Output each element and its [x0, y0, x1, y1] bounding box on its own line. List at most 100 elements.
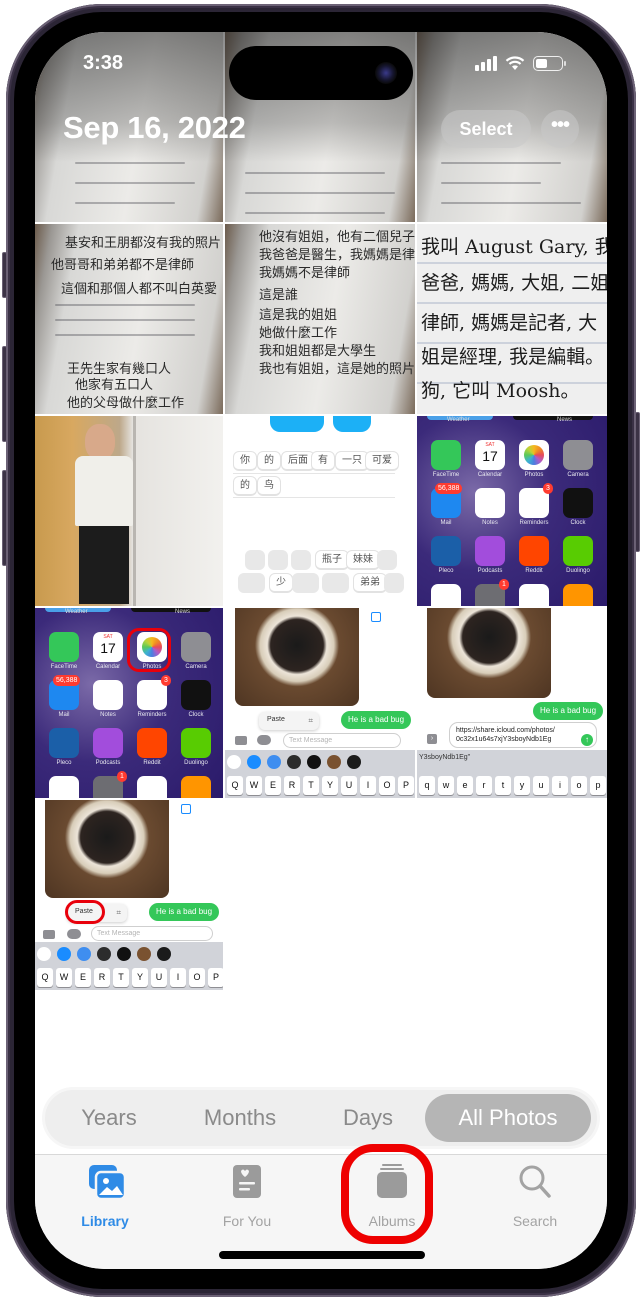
- word-chip: 弟弟: [353, 573, 387, 593]
- cat-photo: [235, 608, 359, 706]
- app-label: Mail: [58, 712, 70, 718]
- app-icon-podcasts: [475, 536, 505, 566]
- screen: 基安和王朋都沒有我的照片 他哥哥和弟弟都不是律師 這個和那個人都不叫白英愛 王先…: [35, 32, 607, 1269]
- status-time: 3:38: [83, 52, 124, 74]
- photo-library-icon: [89, 1165, 127, 1201]
- app-label: Calendar: [95, 664, 121, 670]
- app-icon-reddit: [519, 536, 549, 566]
- keyboard-key: W: [246, 776, 262, 795]
- app-label: Pleco: [438, 568, 454, 574]
- segment-months[interactable]: Months: [181, 1094, 299, 1142]
- keyboard: QWERTYUIOP: [225, 750, 415, 798]
- app-label: Duolingo: [184, 760, 208, 766]
- photo-thumbnail[interactable]: Paste ⌗ He is a bad bug Text Message QWE…: [225, 608, 415, 798]
- share-icon: [371, 612, 381, 622]
- photo-thumbnail[interactable]: 他沒有姐姐，他有二個兒子 我爸爸是醫生，我媽媽是律師 我媽媽不是律師 這是誰 這…: [225, 224, 415, 414]
- send-icon: ↑: [581, 734, 593, 746]
- widget-label: Weather: [65, 609, 88, 615]
- app-label: Camera: [185, 664, 207, 670]
- keyboard-key: O: [189, 968, 205, 987]
- text-message-field: Text Message: [283, 733, 401, 748]
- app-label: Reminders: [519, 520, 549, 526]
- word-chip: 瓶子: [315, 550, 349, 570]
- dynamic-island: [229, 46, 413, 100]
- status-icons: [475, 56, 566, 71]
- imessage-app-icon: [157, 947, 171, 961]
- key-row: QWERTYUIOP: [227, 776, 414, 795]
- word-chip: 可爱: [365, 451, 399, 471]
- notification-badge: 56,388: [53, 675, 81, 686]
- widget-label: News: [557, 417, 573, 423]
- imessage-app-icon: [327, 755, 341, 769]
- keyboard-key: Q: [227, 776, 243, 795]
- app-icon-clock: [563, 488, 593, 518]
- tab-library[interactable]: Library: [55, 1163, 155, 1233]
- widget: [131, 608, 211, 612]
- notification-badge: 1: [117, 771, 127, 782]
- app-label: Podcasts: [95, 760, 121, 766]
- app-icon-gmail: [49, 776, 79, 798]
- photo-thumbnail[interactable]: 我叫 August Gary, 我是美国 爸爸, 媽媽, 大姐, 二姐, 律師,…: [417, 224, 607, 414]
- key-row: QWERTYUIOP: [37, 968, 223, 987]
- photo-thumbnail[interactable]: He is a bad bug › https://share.icloud.c…: [417, 608, 607, 798]
- app-icon-calendar: SAT 17: [93, 632, 123, 662]
- keyboard-key: I: [170, 968, 186, 987]
- app-label: Reddit: [525, 568, 543, 574]
- more-options-button[interactable]: •••: [541, 110, 579, 148]
- keyboard-key: U: [151, 968, 167, 987]
- app-store-icon: [257, 735, 271, 745]
- photo-thumbnail[interactable]: Weather News FaceTime SAT 17 Calendar Photos Ca…: [35, 608, 223, 798]
- keyboard-key: R: [284, 776, 300, 795]
- app-label: Reddit: [143, 760, 161, 766]
- notebook-line: 狗, 它叫 Moosh。: [421, 380, 580, 402]
- share-icon: [181, 804, 191, 814]
- photo-thumbnail[interactable]: Paste ⌗ He is a bad bug Text Message QWE…: [35, 800, 223, 990]
- word-chip: 的: [257, 451, 281, 471]
- segment-years[interactable]: Years: [61, 1094, 157, 1142]
- keyboard-key: R: [94, 968, 110, 987]
- keyboard-key: y: [514, 776, 530, 795]
- app-icon-duolingo: [181, 728, 211, 758]
- keyboard-key: t: [495, 776, 511, 795]
- photo-thumbnail[interactable]: 你 的 后面 有 一只 可爱 的 鸟 瓶子 妹妹 少 弟弟: [225, 416, 415, 606]
- photo-thumbnail[interactable]: [35, 416, 223, 606]
- imessage-app-icon: [287, 755, 301, 769]
- segment-all-photos[interactable]: All Photos: [425, 1094, 591, 1142]
- battery-icon: [533, 56, 566, 71]
- app-icon-notes: [93, 680, 123, 710]
- autocorrect-suggestion: Y3sboyNdb1Eg": [419, 754, 471, 761]
- tab-for-you[interactable]: For You: [197, 1163, 297, 1233]
- app-icon-pleco: [49, 728, 79, 758]
- app-label: Reminders: [137, 712, 167, 718]
- app-label: Camera: [567, 472, 589, 478]
- camera-icon: [43, 930, 55, 939]
- tab-search[interactable]: Search: [485, 1163, 585, 1233]
- photo-thumbnail[interactable]: 基安和王朋都沒有我的照片 他哥哥和弟弟都不是律師 這個和那個人都不叫白英愛 王先…: [35, 224, 223, 414]
- keyboard-key: T: [113, 968, 129, 987]
- app-icon-facetime: [49, 632, 79, 662]
- app-drawer: [37, 947, 171, 961]
- app-label: Mail: [440, 520, 452, 526]
- segment-days[interactable]: Days: [323, 1094, 413, 1142]
- keyboard-key: W: [56, 968, 72, 987]
- home-indicator[interactable]: [219, 1251, 425, 1259]
- select-button[interactable]: Select: [441, 110, 531, 148]
- imessage-app-icon: [77, 947, 91, 961]
- app-icon-podcasts: [93, 728, 123, 758]
- imessage-app-icon: [267, 755, 281, 769]
- photo-thumbnail[interactable]: Weather News FaceTime SAT 17 Calendar Photos Ca…: [417, 416, 607, 606]
- word-chip: 有: [311, 451, 335, 471]
- action-button: [2, 252, 7, 298]
- scan-text-icon: ⌗: [308, 716, 313, 725]
- imessage-app-icon: [57, 947, 71, 961]
- keyboard-key: q: [419, 776, 435, 795]
- app-icon-duolingo: [563, 536, 593, 566]
- volume-down-button: [2, 470, 7, 566]
- app-icon-books: [181, 776, 211, 798]
- date-title: Sep 16, 2022: [63, 110, 246, 145]
- text-message-field: Text Message: [91, 926, 213, 941]
- paste-popover: Paste ⌗: [259, 712, 319, 730]
- keyboard-key: P: [398, 776, 414, 795]
- app-label: FaceTime: [432, 472, 460, 478]
- app-label: Duolingo: [566, 568, 590, 574]
